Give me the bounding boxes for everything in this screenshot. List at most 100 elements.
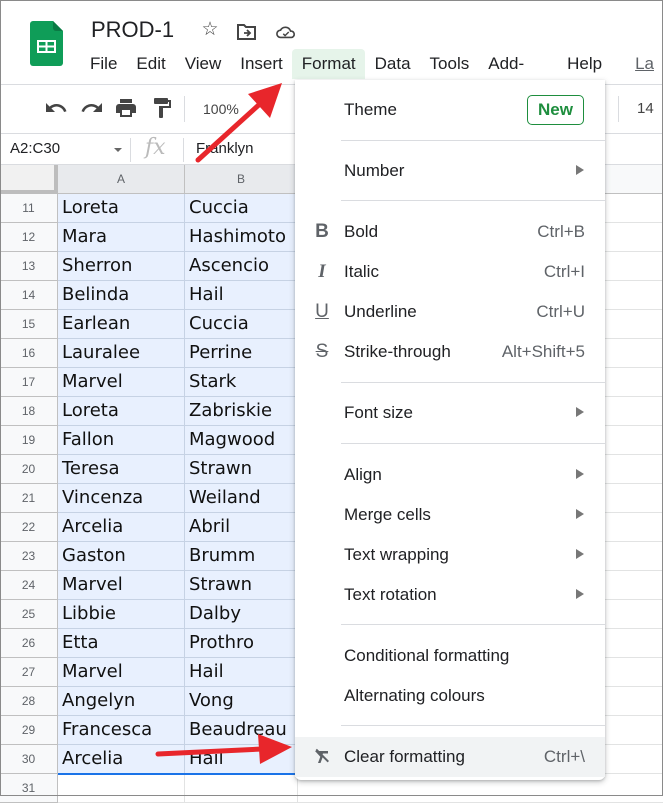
cell-b[interactable]: Prothro: [185, 629, 298, 658]
row-header[interactable]: 16: [0, 339, 58, 368]
menu-item-number[interactable]: Number: [295, 151, 605, 191]
row-header[interactable]: 29: [0, 716, 58, 745]
star-icon[interactable]: ☆: [200, 20, 220, 40]
cell-a[interactable]: Belinda: [58, 281, 185, 310]
move-to-folder-icon[interactable]: [237, 22, 257, 42]
menu-item-text-rotation[interactable]: Text rotation: [295, 575, 605, 615]
cell-a[interactable]: Marvel: [58, 368, 185, 397]
cell-a[interactable]: Arcelia: [58, 513, 185, 542]
cell-b[interactable]: Cuccia: [185, 310, 298, 339]
last-edit-link[interactable]: La: [611, 49, 663, 79]
row-header[interactable]: 20: [0, 455, 58, 484]
row-header[interactable]: 23: [0, 542, 58, 571]
cell-b[interactable]: Hashimoto: [185, 223, 298, 252]
zoom-select[interactable]: 100%: [203, 101, 239, 117]
cell-a[interactable]: Libbie: [58, 600, 185, 629]
cell-b[interactable]: Magwood: [185, 426, 298, 455]
cell-b[interactable]: Hail: [185, 745, 298, 774]
cell-a[interactable]: Marvel: [58, 658, 185, 687]
menu-tools[interactable]: Tools: [420, 49, 479, 79]
row-header[interactable]: 19: [0, 426, 58, 455]
menu-item-align[interactable]: Align: [295, 455, 605, 495]
cell-a[interactable]: Loreta: [58, 194, 185, 223]
cell-a[interactable]: Earlean: [58, 310, 185, 339]
font-size-input[interactable]: 14: [637, 100, 654, 117]
print-icon[interactable]: [114, 96, 138, 120]
cell-a[interactable]: Mara: [58, 223, 185, 252]
row-header[interactable]: 31: [0, 774, 58, 803]
menu-item-alternating-colours[interactable]: Alternating colours: [295, 676, 605, 716]
row-header[interactable]: 15: [0, 310, 58, 339]
menu-help[interactable]: Help: [557, 49, 611, 79]
cell-b[interactable]: Ascencio: [185, 252, 298, 281]
formula-input[interactable]: Franklyn: [196, 140, 254, 157]
cell-b[interactable]: Cuccia: [185, 194, 298, 223]
cell-b[interactable]: Perrine: [185, 339, 298, 368]
row-header[interactable]: 25: [0, 600, 58, 629]
cell-b[interactable]: Brumm: [185, 542, 298, 571]
cell-a[interactable]: Arcelia: [58, 745, 185, 774]
cell-b[interactable]: Beaudreau: [185, 716, 298, 745]
menu-item-merge-cells[interactable]: Merge cells: [295, 495, 605, 535]
menu-item-underline[interactable]: U Underline Ctrl+U: [295, 292, 605, 332]
cell-a[interactable]: Loreta: [58, 397, 185, 426]
menu-item-clear-formatting[interactable]: Clear formatting Ctrl+\: [295, 737, 605, 777]
menu-item-italic[interactable]: I Italic Ctrl+I: [295, 252, 605, 292]
row-header[interactable]: 21: [0, 484, 58, 513]
cell-a[interactable]: Sherron: [58, 252, 185, 281]
row-header[interactable]: 18: [0, 397, 58, 426]
cell-a[interactable]: [58, 774, 185, 803]
name-box-dropdown-icon[interactable]: [114, 148, 122, 152]
cell-b[interactable]: Zabriskie: [185, 397, 298, 426]
cell-a[interactable]: Angelyn: [58, 687, 185, 716]
menu-data[interactable]: Data: [365, 49, 420, 79]
cell-b[interactable]: Strawn: [185, 455, 298, 484]
column-header-a[interactable]: A: [58, 165, 185, 194]
row-header[interactable]: 14: [0, 281, 58, 310]
row-header[interactable]: 17: [0, 368, 58, 397]
cell-b[interactable]: Weiland: [185, 484, 298, 513]
menu-file[interactable]: File: [80, 49, 126, 79]
cell-b[interactable]: Vong: [185, 687, 298, 716]
cell-a[interactable]: Teresa: [58, 455, 185, 484]
row-header[interactable]: 13: [0, 252, 58, 281]
menu-edit[interactable]: Edit: [126, 49, 174, 79]
paint-format-icon[interactable]: [150, 96, 174, 120]
menu-view[interactable]: View: [175, 49, 231, 79]
cell-b[interactable]: Stark: [185, 368, 298, 397]
cell-a[interactable]: Francesca: [58, 716, 185, 745]
undo-icon[interactable]: [44, 96, 68, 120]
sheets-logo-icon[interactable]: [30, 21, 63, 66]
menu-item-conditional-formatting[interactable]: Conditional formatting: [295, 636, 605, 676]
column-header-b[interactable]: B: [185, 165, 298, 194]
menu-item-text-wrapping[interactable]: Text wrapping: [295, 535, 605, 575]
menu-item-theme[interactable]: Theme New: [295, 90, 605, 130]
cell-b[interactable]: Abril: [185, 513, 298, 542]
menu-item-bold[interactable]: B Bold Ctrl+B: [295, 212, 605, 252]
row-header[interactable]: 30: [0, 745, 58, 774]
cell-b[interactable]: Strawn: [185, 571, 298, 600]
row-header[interactable]: 27: [0, 658, 58, 687]
cell-b[interactable]: Hail: [185, 658, 298, 687]
name-box[interactable]: A2:C30: [10, 140, 60, 157]
menu-addons[interactable]: Add-ons: [478, 49, 557, 93]
cell-a[interactable]: Lauralee: [58, 339, 185, 368]
redo-icon[interactable]: [80, 96, 104, 120]
row-header[interactable]: 22: [0, 513, 58, 542]
row-header[interactable]: 24: [0, 571, 58, 600]
cell-a[interactable]: Vincenza: [58, 484, 185, 513]
menu-insert[interactable]: Insert: [230, 49, 292, 79]
row-header[interactable]: 28: [0, 687, 58, 716]
row-header[interactable]: 12: [0, 223, 58, 252]
row-header[interactable]: 11: [0, 194, 58, 223]
menu-format[interactable]: Format: [291, 49, 365, 79]
cell-a[interactable]: Fallon: [58, 426, 185, 455]
cell-b[interactable]: Hail: [185, 281, 298, 310]
cell-a[interactable]: Marvel: [58, 571, 185, 600]
cloud-saved-icon[interactable]: [276, 22, 296, 42]
menu-item-font-size[interactable]: Font size: [295, 393, 605, 433]
cell-b[interactable]: [185, 774, 298, 803]
cell-a[interactable]: Etta: [58, 629, 185, 658]
menu-item-strikethrough[interactable]: S Strike-through Alt+Shift+5: [295, 332, 605, 372]
document-title[interactable]: PROD-1: [91, 17, 174, 43]
